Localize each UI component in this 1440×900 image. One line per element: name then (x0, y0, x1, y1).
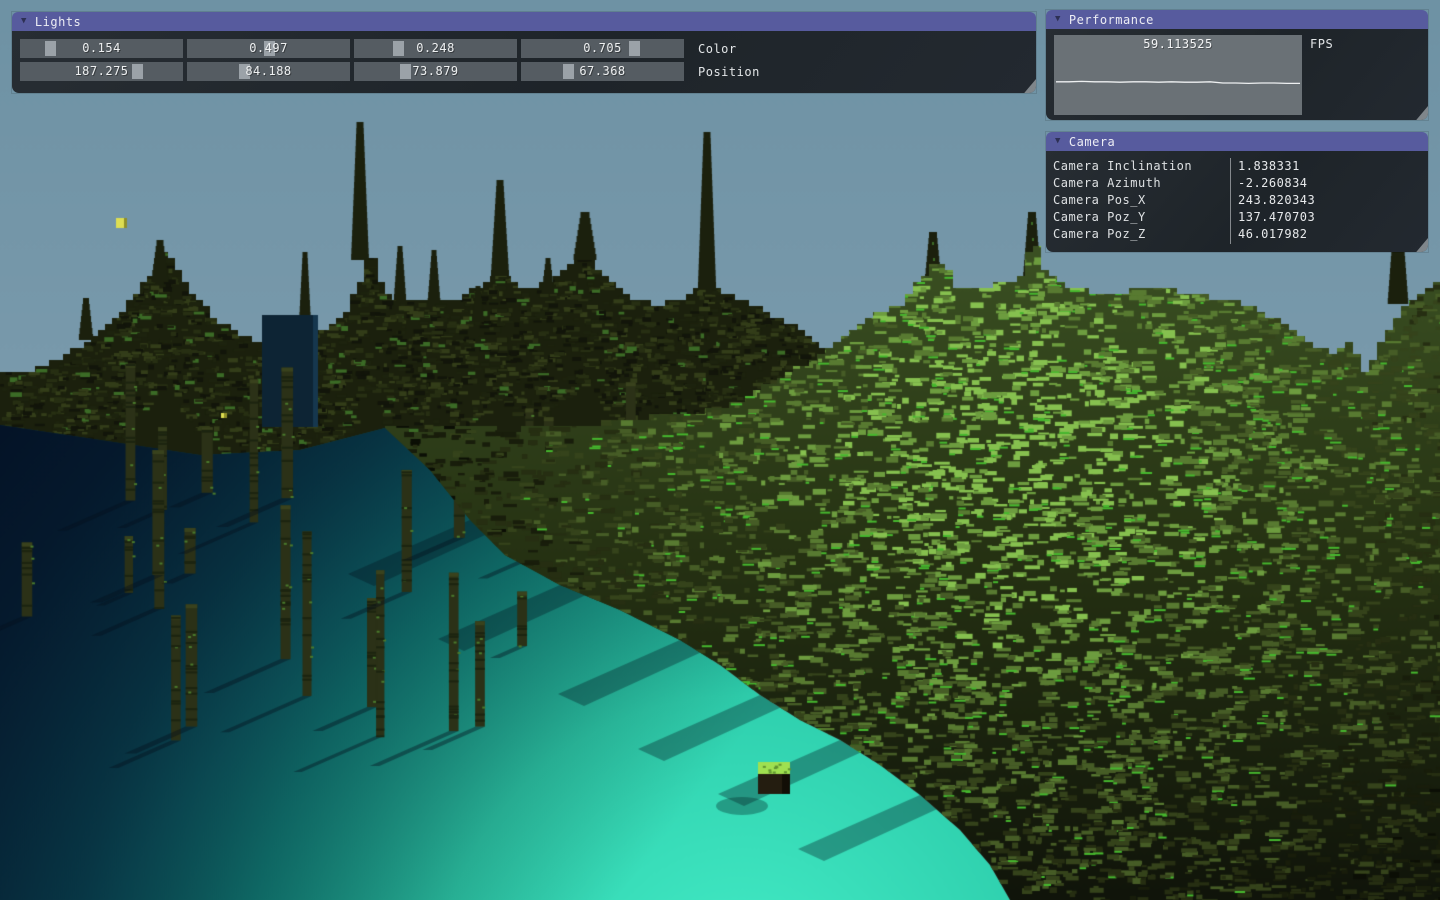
fps-value: 59.113525 (1054, 37, 1302, 51)
fps-label: FPS (1310, 37, 1333, 51)
camera-panel-titlebar[interactable]: ▼ Camera (1046, 132, 1428, 151)
slider-light-color-1[interactable]: 0.497 (187, 39, 350, 58)
slider-value: 187.275 (20, 62, 183, 81)
panel-title: Lights (35, 15, 81, 29)
camera-row-value: 243.820343 (1238, 192, 1315, 209)
resize-grip[interactable] (1022, 79, 1036, 93)
light-color-row: 0.154 0.497 0.248 0.705 Color (20, 39, 1028, 58)
slider-value: 0.497 (187, 39, 350, 58)
slider-light-position-0[interactable]: 187.275 (20, 62, 183, 81)
resize-grip[interactable] (1414, 106, 1428, 120)
slider-value: 73.879 (354, 62, 517, 81)
slider-value: 67.368 (521, 62, 684, 81)
panel-title: Performance (1069, 13, 1154, 27)
camera-row-label: Camera Azimuth (1053, 175, 1161, 192)
camera-row-pos-x: Camera Pos_X 243.820343 (1046, 192, 1428, 209)
slider-light-color-2[interactable]: 0.248 (354, 39, 517, 58)
slider-value: 0.248 (354, 39, 517, 58)
camera-row-value: -2.260834 (1238, 175, 1308, 192)
color-row-label: Color (698, 42, 737, 56)
camera-row-value: 137.470703 (1238, 209, 1315, 226)
camera-row-label: Camera Poz_Z (1053, 226, 1146, 243)
collapse-arrow-icon[interactable]: ▼ (1055, 10, 1061, 29)
camera-row-pos-z: Camera Poz_Z 46.017982 (1046, 226, 1428, 243)
slider-value: 0.154 (20, 39, 183, 58)
slider-light-color-0[interactable]: 0.154 (20, 39, 183, 58)
slider-value: 84.188 (187, 62, 350, 81)
slider-value: 0.705 (521, 39, 684, 58)
position-row-label: Position (698, 65, 760, 79)
slider-light-position-1[interactable]: 84.188 (187, 62, 350, 81)
light-position-row: 187.275 84.188 73.879 67.368 Position (20, 62, 1028, 81)
performance-panel-titlebar[interactable]: ▼ Performance (1046, 10, 1428, 29)
camera-row-pos-y: Camera Poz_Y 137.470703 (1046, 209, 1428, 226)
fps-plot: 59.113525 (1054, 35, 1302, 115)
camera-row-inclination: Camera Inclination 1.838331 (1046, 158, 1428, 175)
lights-panel-titlebar[interactable]: ▼ Lights (12, 12, 1036, 31)
camera-row-label: Camera Pos_X (1053, 192, 1146, 209)
camera-row-value: 1.838331 (1238, 158, 1300, 175)
performance-panel: ▼ Performance 59.113525 FPS (1046, 10, 1428, 120)
lights-panel: ▼ Lights 0.154 0.497 0.248 0.705 Color (12, 12, 1036, 93)
collapse-arrow-icon[interactable]: ▼ (21, 12, 27, 31)
slider-light-position-3[interactable]: 67.368 (521, 62, 684, 81)
collapse-arrow-icon[interactable]: ▼ (1055, 132, 1061, 151)
column-divider (1230, 158, 1231, 244)
camera-panel: ▼ Camera Camera Inclination 1.838331 Cam… (1046, 132, 1428, 252)
panel-title: Camera (1069, 135, 1115, 149)
slider-light-position-2[interactable]: 73.879 (354, 62, 517, 81)
slider-light-color-3[interactable]: 0.705 (521, 39, 684, 58)
camera-row-azimuth: Camera Azimuth -2.260834 (1046, 175, 1428, 192)
camera-row-label: Camera Inclination (1053, 158, 1192, 175)
camera-row-value: 46.017982 (1238, 226, 1308, 243)
camera-row-label: Camera Poz_Y (1053, 209, 1146, 226)
